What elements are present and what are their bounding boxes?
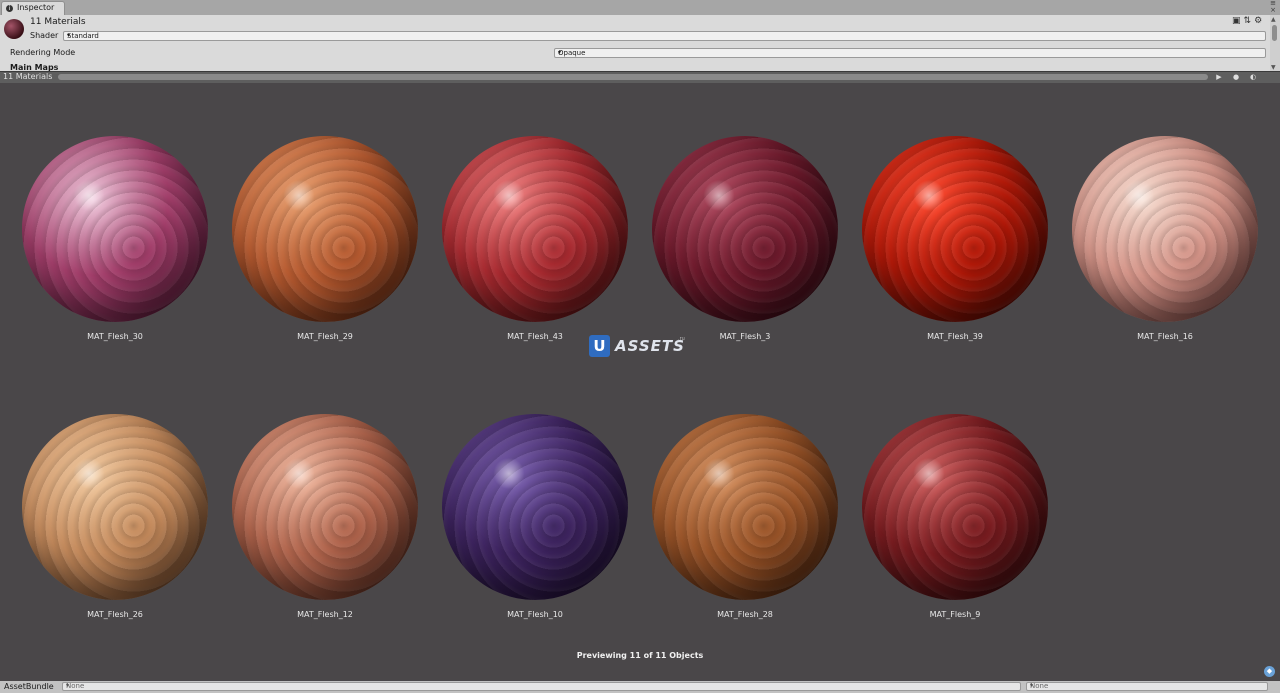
inspector-scrollbar[interactable]: ▲ ▼ <box>1270 15 1280 72</box>
material-name-label: MAT_Flesh_10 <box>507 610 563 619</box>
material-sphere-preview <box>22 414 208 600</box>
material-name-label: MAT_Flesh_16 <box>1137 332 1193 341</box>
material-sphere-preview <box>652 136 838 322</box>
assetbundle-name-dropdown[interactable]: None ▾ <box>62 682 1021 691</box>
assetbundle-bar: AssetBundle None ▾ None ▾ <box>0 681 1280 693</box>
material-name-label: MAT_Flesh_9 <box>929 610 981 619</box>
play-icon[interactable]: ▶ <box>1212 72 1226 82</box>
material-sphere-preview <box>652 414 838 600</box>
scroll-up-icon[interactable]: ▲ <box>1271 16 1276 23</box>
scrollbar-thumb[interactable] <box>1272 25 1277 41</box>
shader-label: Shader <box>30 31 59 40</box>
material-sphere-preview <box>1072 136 1258 322</box>
watermark-text: ASSETS <box>615 337 685 355</box>
material-sphere-preview <box>862 414 1048 600</box>
preview-drag-bar[interactable] <box>58 74 1208 80</box>
material-sphere-preview <box>232 136 418 322</box>
rendering-mode-dropdown[interactable]: Opaque ▾ <box>554 48 1266 58</box>
dropdown-arrow-icon: ▾ <box>1030 682 1034 689</box>
material-sphere-preview <box>232 414 418 600</box>
material-tile[interactable]: MAT_Flesh_26 <box>12 414 212 634</box>
material-tile[interactable]: MAT_Flesh_29 <box>222 136 422 356</box>
material-tile[interactable]: MAT_Flesh_12 <box>222 414 422 634</box>
scroll-down-icon[interactable]: ▼ <box>1271 64 1276 71</box>
rendering-mode-label: Rendering Mode <box>10 48 76 57</box>
preview-toggle-icon[interactable]: ◐ <box>1246 72 1260 82</box>
material-sphere-preview <box>22 136 208 322</box>
material-tile[interactable]: MAT_Flesh_43 <box>432 136 632 356</box>
material-tile[interactable]: MAT_Flesh_16 <box>1062 136 1262 356</box>
material-name-label: MAT_Flesh_28 <box>717 610 773 619</box>
preview-title: 11 Materials <box>3 72 53 81</box>
material-name-label: MAT_Flesh_30 <box>87 332 143 341</box>
material-tile[interactable]: MAT_Flesh_39 <box>852 136 1052 356</box>
inspector-panel: 11 Materials Shader Standard ▾ ▣ ⇅ ⚙ Rende… <box>0 15 1270 72</box>
dropdown-arrow-icon: ▾ <box>67 32 71 39</box>
material-sphere-preview <box>442 414 628 600</box>
material-sphere-preview <box>442 136 628 322</box>
tab-label: Inspector <box>17 3 55 12</box>
window-controls: ≡ × <box>1270 0 1276 14</box>
material-tile[interactable]: MAT_Flesh_9 <box>852 414 1052 634</box>
material-icon <box>4 19 24 39</box>
header-icons: ▣ ⇅ ⚙ <box>1232 16 1265 26</box>
material-name-label: MAT_Flesh_26 <box>87 610 143 619</box>
material-tile[interactable]: MAT_Flesh_30 <box>12 136 212 356</box>
light-dot-icon[interactable]: ● <box>1229 72 1243 82</box>
tab-inspector[interactable]: i Inspector <box>1 1 65 15</box>
watermark-u: U <box>589 335 610 357</box>
dropdown-arrow-icon: ▾ <box>558 49 562 56</box>
material-tile[interactable]: MAT_Flesh_3 <box>642 136 842 356</box>
material-name-label: MAT_Flesh_12 <box>297 610 353 619</box>
gear-icon[interactable]: ⚙ <box>1254 16 1262 26</box>
material-tile[interactable]: MAT_Flesh_28 <box>642 414 842 634</box>
assetbundle-label: AssetBundle <box>4 682 54 691</box>
book-icon[interactable]: ▣ <box>1232 16 1241 26</box>
window-close-icon[interactable]: × <box>1270 7 1276 14</box>
preview-area[interactable]: MAT_Flesh_30 MAT_Flesh_29 MAT_Flesh_43 MAT_… <box>0 83 1280 681</box>
preview-status: Previewing 11 of 11 Objects <box>576 651 704 660</box>
watermark-sup: .ru <box>678 336 685 342</box>
tab-bar: i Inspector ≡ × <box>0 0 1280 15</box>
material-name-label: MAT_Flesh_29 <box>297 332 353 341</box>
shader-dropdown[interactable]: Standard ▾ <box>63 31 1266 41</box>
preset-icon[interactable]: ⇅ <box>1244 16 1252 26</box>
material-name-label: MAT_Flesh_39 <box>927 332 983 341</box>
assetbundle-variant-dropdown[interactable]: None ▾ <box>1026 682 1268 691</box>
asset-label-icon[interactable]: ◆ <box>1264 666 1275 677</box>
material-tile[interactable]: MAT_Flesh_10 <box>432 414 632 634</box>
dropdown-arrow-icon: ▾ <box>66 682 70 689</box>
info-icon: i <box>6 5 13 12</box>
material-sphere-preview <box>862 136 1048 322</box>
material-title: 11 Materials <box>30 17 86 27</box>
